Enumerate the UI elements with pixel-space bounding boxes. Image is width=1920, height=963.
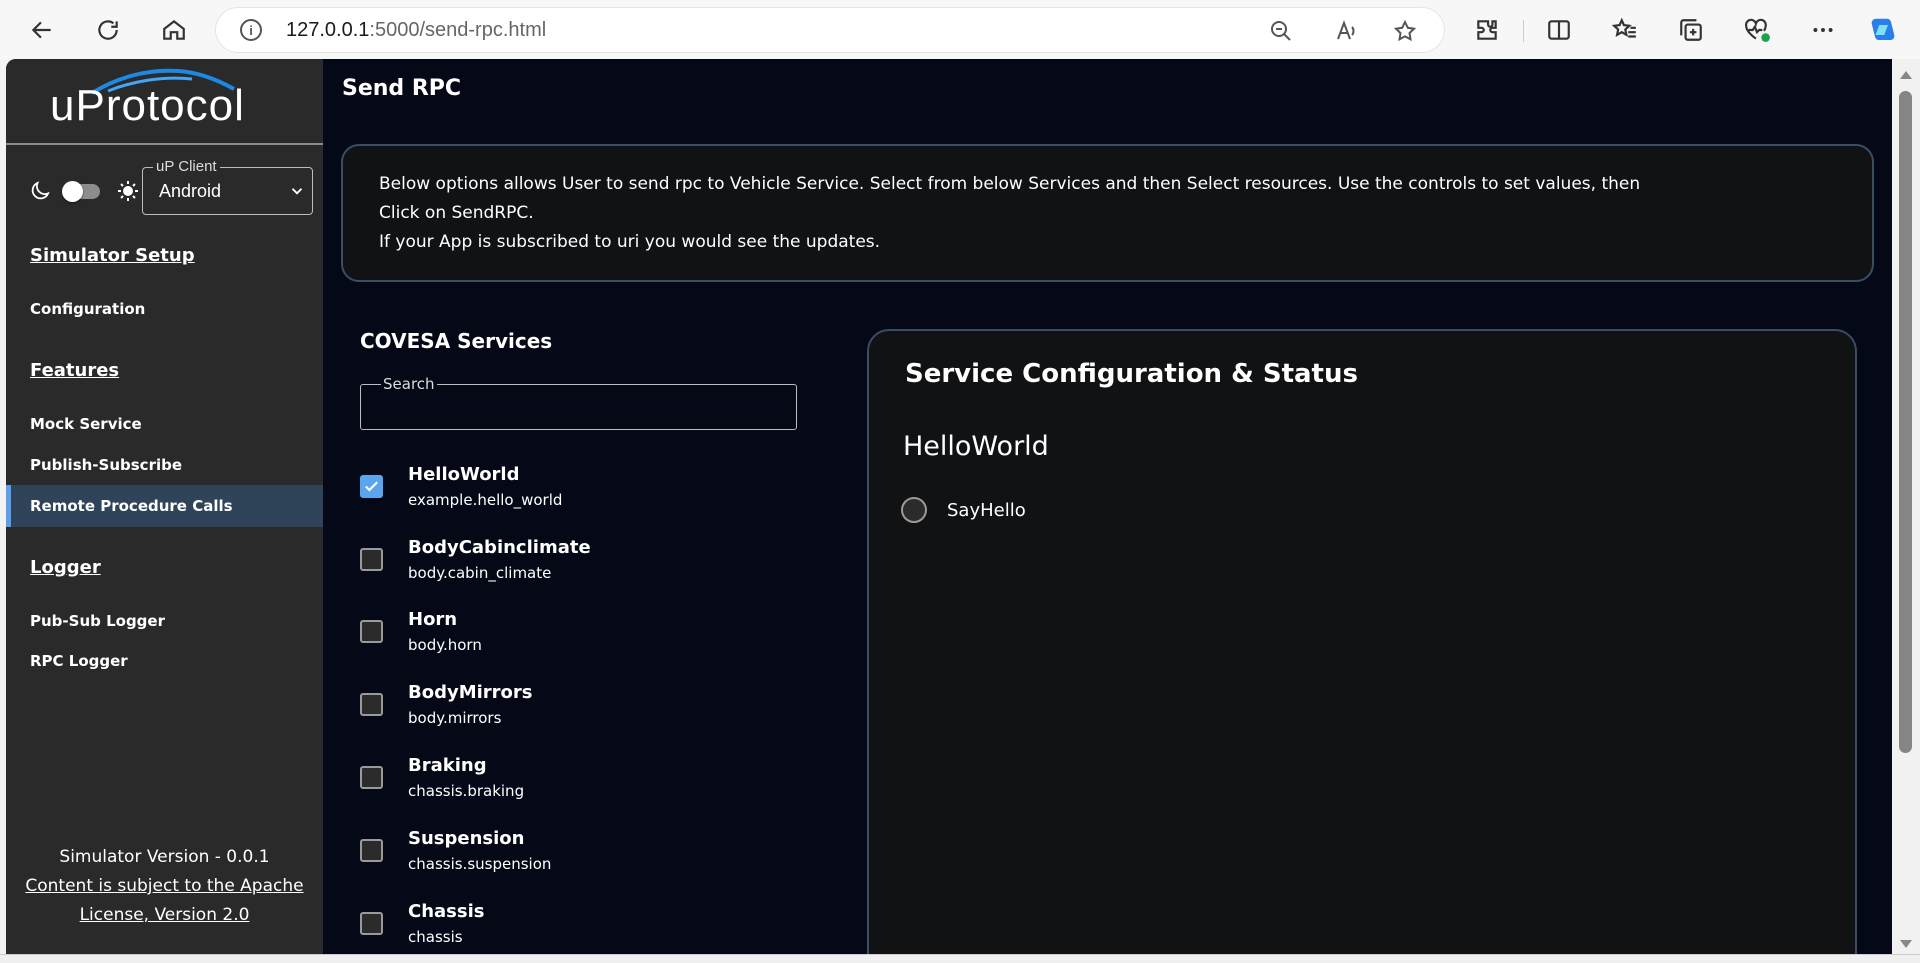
uprotocol-logo[interactable]: uProtocol — [6, 59, 323, 143]
service-name: BodyCabinclimate — [408, 537, 591, 558]
home-icon[interactable] — [156, 12, 192, 48]
logo-text: uProtocol — [50, 81, 245, 130]
search-input[interactable] — [361, 385, 796, 429]
service-name: Horn — [408, 609, 458, 630]
services-title: COVESA Services — [360, 329, 553, 353]
sidebar-item-remote-procedure-calls[interactable]: Remote Procedure Calls — [6, 485, 323, 527]
copilot-icon[interactable] — [1868, 15, 1898, 45]
page-scrollbar[interactable] — [1892, 59, 1920, 954]
service-item-bodymirrors[interactable]: BodyMirrors body.mirrors — [360, 682, 780, 742]
chevron-down-icon[interactable] — [288, 182, 306, 200]
service-uri: body.cabin_climate — [408, 564, 552, 582]
service-name: Chassis — [408, 901, 485, 922]
service-checkbox[interactable] — [360, 475, 383, 498]
more-options-icon[interactable] — [1808, 15, 1838, 45]
service-uri: body.horn — [408, 636, 482, 654]
method-label[interactable]: SayHello — [947, 500, 1026, 521]
service-uri: body.mirrors — [408, 709, 502, 727]
scrollbar-thumb[interactable] — [1899, 91, 1912, 753]
sidebar-item-configuration[interactable]: Configuration — [6, 288, 323, 330]
favorite-star-icon[interactable] — [1392, 18, 1418, 44]
toolbar-separator — [1523, 20, 1524, 42]
service-name: HelloWorld — [408, 464, 520, 485]
method-radio[interactable] — [901, 497, 927, 523]
sidebar-item-rpc-logger[interactable]: RPC Logger — [6, 640, 323, 682]
service-item-chassis[interactable]: Chassis chassis — [360, 901, 780, 954]
sidebar: uProtocol uP Client Android Simulator Se… — [6, 59, 323, 954]
moon-icon — [31, 181, 50, 200]
service-checkbox[interactable] — [360, 693, 383, 716]
split-screen-icon[interactable] — [1544, 15, 1574, 45]
info-line-2: Click on SendRPC. — [379, 203, 534, 223]
scroll-up-arrow-icon[interactable] — [1900, 71, 1912, 79]
config-service-name: HelloWorld — [903, 431, 1049, 462]
service-name: BodyMirrors — [408, 682, 533, 703]
read-aloud-icon[interactable] — [1334, 18, 1360, 44]
info-line-1: Below options allows User to send rpc to… — [379, 174, 1641, 194]
up-client-value[interactable]: Android — [159, 181, 221, 202]
service-checkbox[interactable] — [360, 548, 383, 571]
sidebar-item-mock-service[interactable]: Mock Service — [6, 403, 323, 445]
zoom-out-icon[interactable] — [1268, 18, 1294, 44]
sidebar-footer: Simulator Version - 0.0.1 Content is sub… — [6, 843, 323, 930]
service-uri: chassis.suspension — [408, 855, 552, 873]
service-checkbox[interactable] — [360, 839, 383, 862]
toggle-knob[interactable] — [62, 181, 83, 202]
extensions-icon[interactable] — [1472, 15, 1502, 45]
service-uri: chassis — [408, 928, 463, 946]
info-box: Below options allows User to send rpc to… — [341, 144, 1874, 282]
up-client-label: uP Client — [153, 158, 220, 175]
checkmark-icon — [365, 481, 378, 492]
simulator-version: Simulator Version - 0.0.1 — [59, 847, 270, 867]
info-line-3: If your App is subscribed to uri you wou… — [379, 232, 881, 252]
refresh-icon[interactable] — [90, 12, 126, 48]
service-uri: chassis.braking — [408, 782, 525, 800]
sidebar-item-publish-subscribe[interactable]: Publish-Subscribe — [6, 444, 323, 486]
window-bottom-edge — [0, 954, 1920, 963]
service-name: Braking — [408, 755, 487, 776]
section-logger[interactable]: Logger — [30, 557, 101, 578]
browser-toolbar: i 127.0.0.1:5000/send-rpc.html — [0, 0, 1920, 59]
service-name: Suspension — [408, 828, 525, 849]
page-content: uProtocol uP Client Android Simulator Se… — [6, 59, 1892, 954]
theme-toggle[interactable] — [62, 181, 100, 202]
service-config-panel: Service Configuration & Status HelloWorl… — [867, 329, 1857, 954]
service-item-braking[interactable]: Braking chassis.braking — [360, 755, 780, 815]
browser-essentials-icon[interactable] — [1742, 15, 1772, 45]
back-icon[interactable] — [24, 12, 60, 48]
address-bar[interactable]: i 127.0.0.1:5000/send-rpc.html — [216, 8, 1444, 52]
sun-icon — [118, 181, 138, 201]
service-checkbox[interactable] — [360, 912, 383, 935]
sidebar-divider — [6, 143, 323, 145]
search-field[interactable]: Search — [360, 375, 797, 430]
license-link[interactable]: Content is subject to the Apache License… — [6, 872, 323, 930]
config-title: Service Configuration & Status — [905, 359, 1358, 389]
sidebar-item-pub-sub-logger[interactable]: Pub-Sub Logger — [6, 600, 323, 642]
service-checkbox[interactable] — [360, 620, 383, 643]
service-item-suspension[interactable]: Suspension chassis.suspension — [360, 828, 780, 888]
section-simulator-setup[interactable]: Simulator Setup — [30, 245, 195, 266]
service-item-horn[interactable]: Horn body.horn — [360, 609, 780, 669]
service-checkbox[interactable] — [360, 766, 383, 789]
collections-icon[interactable] — [1676, 15, 1706, 45]
up-client-select[interactable]: uP Client Android — [142, 158, 313, 215]
service-item-helloworld[interactable]: HelloWorld example.hello_world — [360, 464, 780, 524]
section-features[interactable]: Features — [30, 360, 119, 381]
service-uri: example.hello_world — [408, 491, 563, 509]
url-text[interactable]: 127.0.0.1:5000/send-rpc.html — [286, 19, 546, 42]
method-option-sayhello[interactable]: SayHello — [901, 497, 1026, 523]
theme-toggle-row — [28, 171, 138, 211]
service-item-bodycabinclimate[interactable]: BodyCabinclimate body.cabin_climate — [360, 537, 780, 597]
favorites-icon[interactable] — [1610, 15, 1640, 45]
page-title: Send RPC — [342, 76, 462, 101]
scroll-down-arrow-icon[interactable] — [1900, 940, 1912, 948]
site-info-icon[interactable]: i — [240, 19, 262, 41]
